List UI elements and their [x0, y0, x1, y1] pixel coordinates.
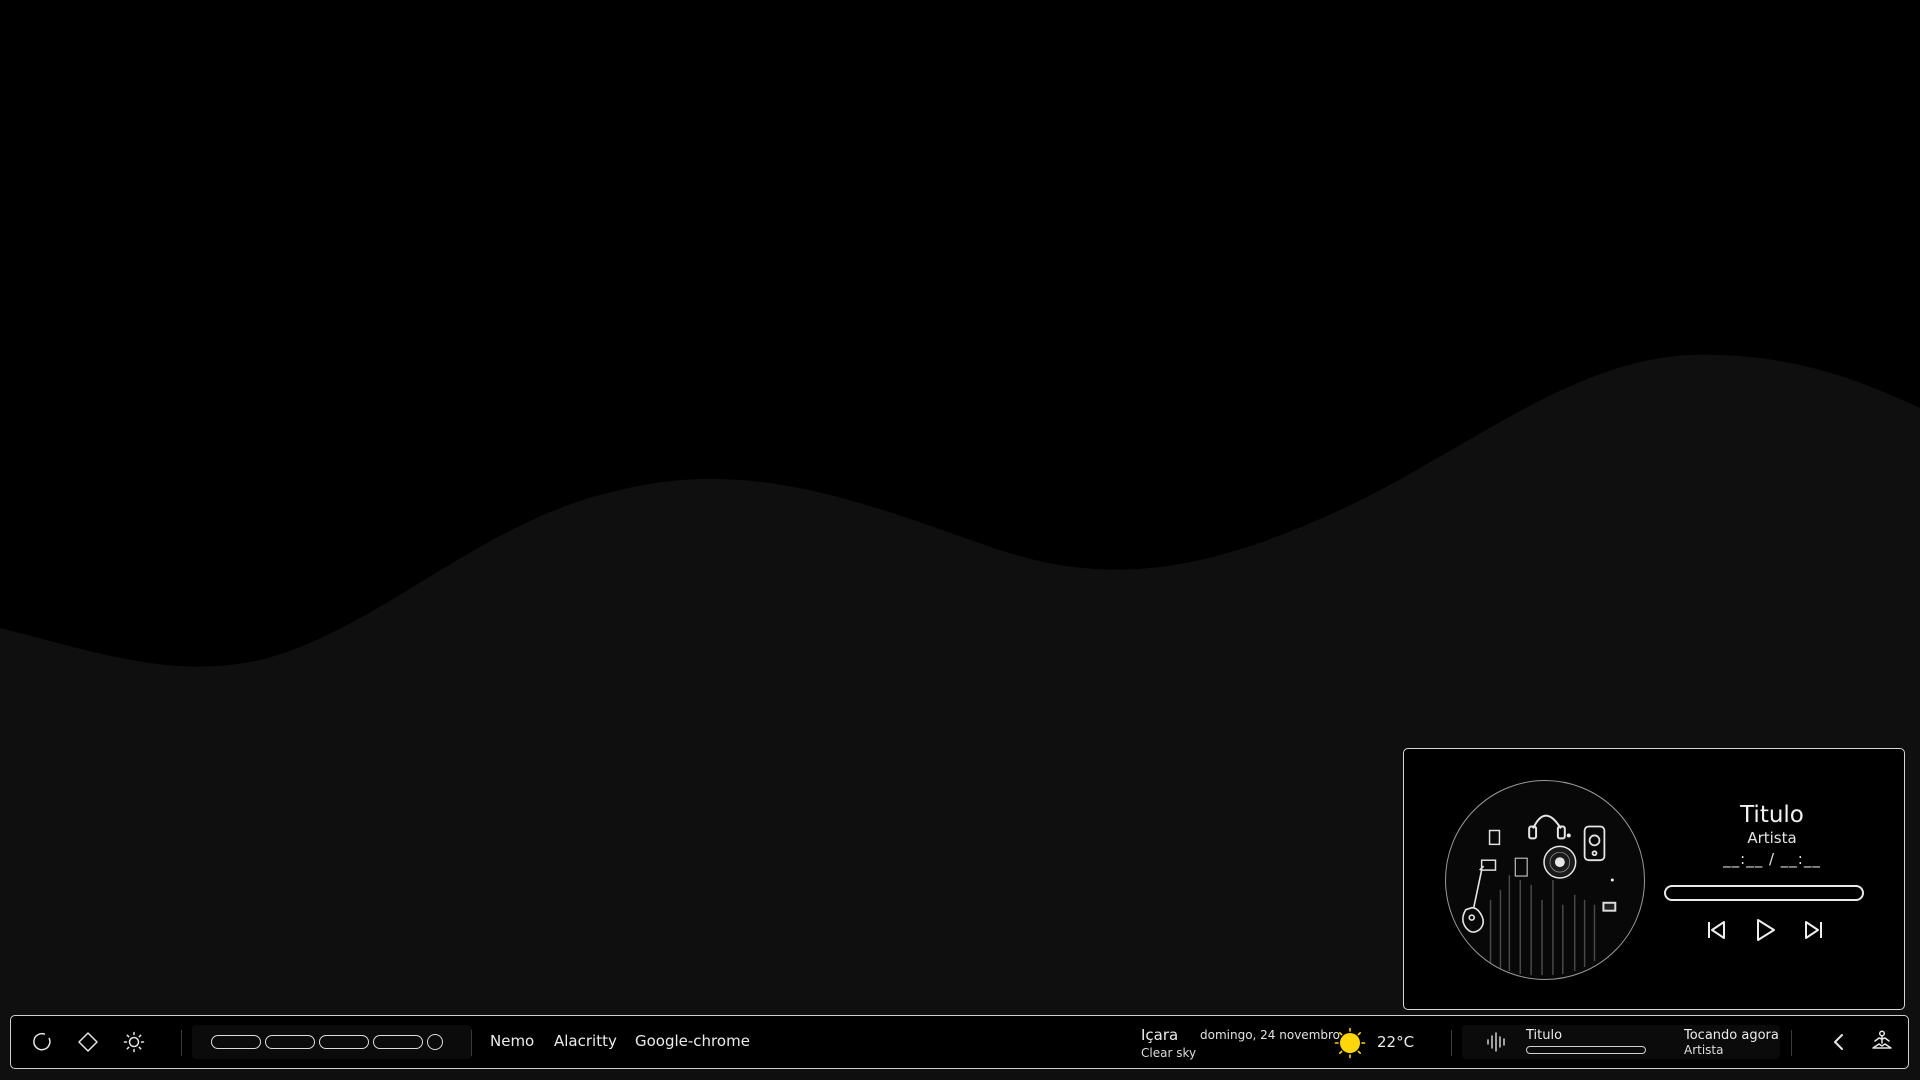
brightness-icon — [123, 1031, 145, 1053]
track-title: Titulo — [1740, 802, 1804, 828]
track-progress-bar[interactable] — [1664, 885, 1864, 901]
playback-controls — [1701, 913, 1829, 947]
track-info: Titulo Artista __:__ / __:__ — [1662, 801, 1882, 871]
album-art — [1445, 780, 1645, 980]
skip-previous-icon — [1708, 921, 1725, 939]
launcher-button[interactable] — [30, 1029, 56, 1055]
workspace-5[interactable] — [427, 1034, 443, 1050]
music-player-popup: Titulo Artista __:__ / __:__ — [1403, 748, 1905, 1010]
task-nemo[interactable]: Nemo — [490, 1032, 534, 1050]
weather-city: Içara — [1141, 1026, 1179, 1044]
audio-wave-icon — [1487, 1032, 1505, 1052]
diamond-button[interactable] — [75, 1029, 101, 1055]
track-artist: Artista — [1747, 829, 1797, 847]
separator — [181, 1030, 182, 1056]
weather-button[interactable] — [1334, 1027, 1366, 1063]
skip-next-button[interactable] — [1799, 915, 1829, 945]
workspace-3[interactable] — [319, 1035, 369, 1049]
workspace-switcher — [192, 1025, 472, 1059]
diamond-icon — [78, 1032, 98, 1052]
bottom-panel: Nemo Alacritty Google-chrome Içara Clear… — [10, 1015, 1909, 1069]
play-button[interactable] — [1750, 915, 1780, 945]
separator — [1451, 1030, 1452, 1056]
separator — [1791, 1030, 1792, 1056]
workspace-1[interactable] — [211, 1035, 261, 1049]
chevron-left-icon — [1834, 1034, 1843, 1050]
workspace-2[interactable] — [265, 1035, 315, 1049]
music-instruments-art — [1462, 814, 1617, 976]
date-label[interactable]: domingo, 24 novembro — [1200, 1028, 1340, 1042]
weather-temperature: 22°C — [1377, 1033, 1415, 1051]
mini-player-progress[interactable] — [1526, 1046, 1646, 1054]
weather-description: Clear sky — [1141, 1046, 1197, 1060]
meditation-icon — [1872, 1030, 1892, 1049]
workspace-4[interactable] — [373, 1035, 423, 1049]
task-alacritty[interactable]: Alacritty — [554, 1032, 617, 1050]
circle-icon — [33, 1032, 51, 1051]
sun-icon — [1334, 1027, 1366, 1059]
skip-previous-button[interactable] — [1701, 915, 1731, 945]
tray-toggle-button[interactable] — [1826, 1029, 1852, 1055]
task-google-chrome[interactable]: Google-chrome — [635, 1032, 750, 1050]
track-time: __:__ / __:__ — [1723, 850, 1821, 868]
separator — [471, 1030, 472, 1056]
mini-player-status: Tocando agora — [1684, 1028, 1779, 1043]
brightness-button[interactable] — [121, 1029, 147, 1055]
power-menu-button[interactable] — [1869, 1028, 1895, 1054]
skip-next-icon — [1805, 921, 1822, 939]
mini-player-title: Titulo — [1526, 1028, 1563, 1043]
play-icon — [1757, 919, 1775, 941]
mini-player-artist: Artista — [1684, 1043, 1724, 1057]
mini-player[interactable]: Titulo Tocando agora Artista — [1462, 1025, 1780, 1059]
